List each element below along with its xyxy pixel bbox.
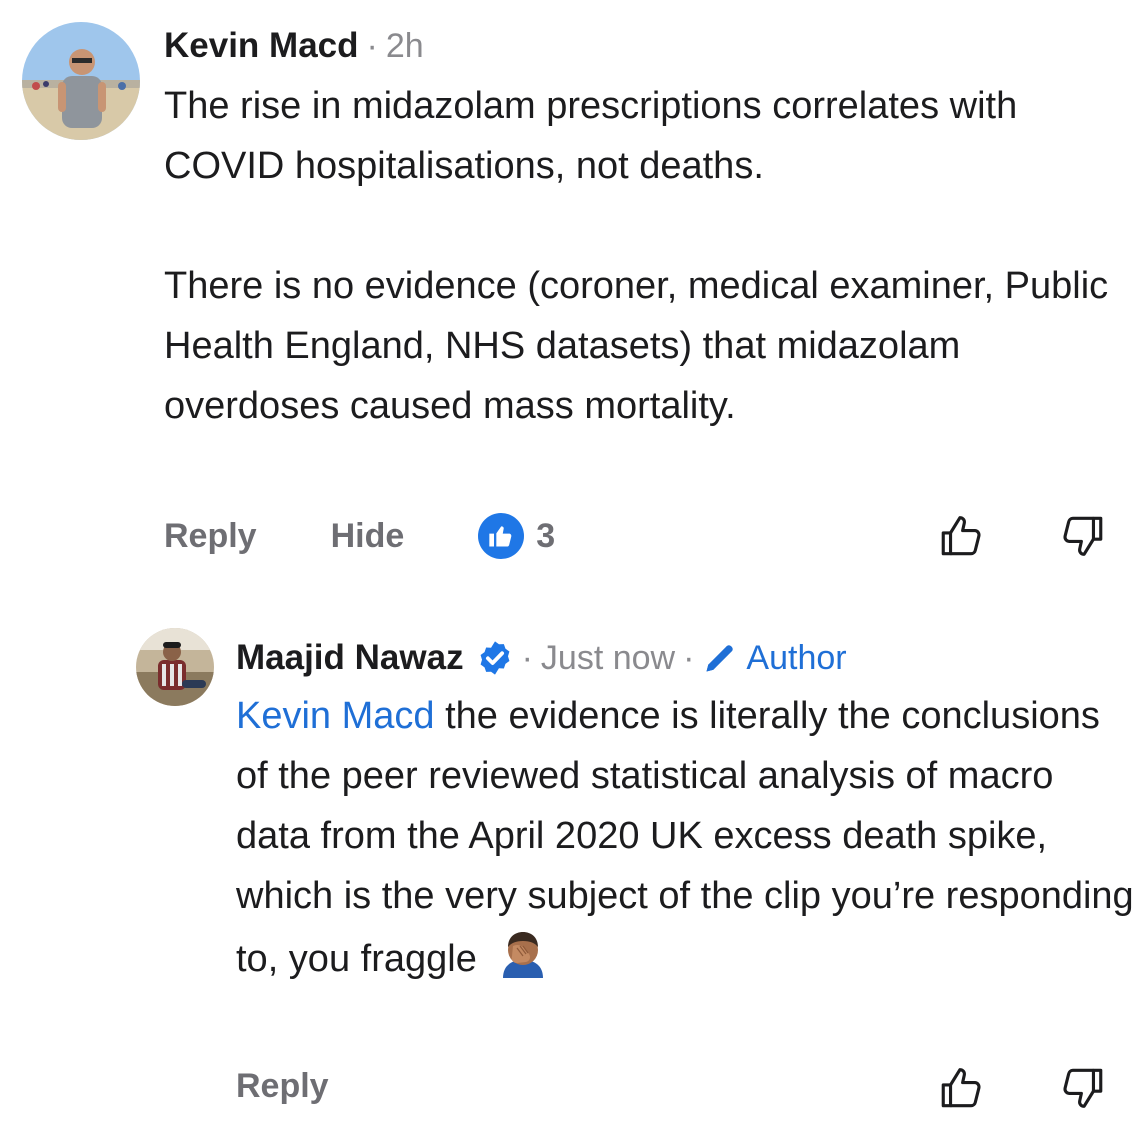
thumbs-down-outline-icon — [1063, 516, 1103, 556]
comment-text: the evidence is literally the conclusion… — [236, 695, 1134, 981]
reply-button[interactable]: Reply — [236, 1067, 329, 1106]
mention-link[interactable]: Kevin Macd — [236, 695, 435, 737]
comment-body: Kevin Macd the evidence is literally the… — [236, 686, 1136, 996]
thumbs-up-badge-icon — [478, 513, 525, 559]
verified-badge-icon — [476, 639, 514, 677]
timestamp: 2h — [385, 26, 424, 65]
separator: · — [683, 638, 695, 677]
separator: · — [521, 638, 533, 677]
comment-header: Kevin Macd · 2h — [164, 22, 424, 70]
hide-button[interactable]: Hide — [331, 517, 405, 556]
avatar[interactable] — [22, 22, 140, 140]
upvote-button[interactable] — [936, 1062, 988, 1114]
comment-paragraph: There is no evidence (coroner, medical e… — [164, 265, 1109, 427]
timestamp: Just now — [540, 638, 676, 677]
like-summary[interactable]: 3 — [478, 513, 555, 559]
thumbs-up-outline-icon — [941, 1068, 981, 1108]
reply-button[interactable]: Reply — [164, 517, 257, 556]
pencil-icon — [706, 645, 734, 672]
face-palm-emoji-icon — [497, 926, 549, 996]
comment-actions: Reply Hide 3 — [164, 510, 555, 562]
author-name[interactable]: Kevin Macd — [164, 26, 359, 66]
like-count: 3 — [536, 516, 556, 555]
comment-header: Maajid Nawaz · Just now · Author — [236, 632, 847, 684]
comment-actions: Reply — [236, 1060, 403, 1112]
author-label: Author — [746, 638, 847, 677]
author-badge: Author — [702, 638, 847, 678]
avatar[interactable] — [136, 628, 214, 706]
separator: · — [366, 26, 378, 65]
downvote-button[interactable] — [1056, 510, 1108, 562]
author-name[interactable]: Maajid Nawaz — [236, 638, 464, 678]
upvote-button[interactable] — [936, 510, 988, 562]
downvote-button[interactable] — [1056, 1062, 1108, 1114]
thumbs-down-outline-icon — [1063, 1068, 1103, 1108]
comment-paragraph: The rise in midazolam prescriptions corr… — [164, 85, 1018, 187]
comment-body: The rise in midazolam prescriptions corr… — [164, 76, 1124, 436]
thumbs-up-outline-icon — [941, 516, 981, 556]
